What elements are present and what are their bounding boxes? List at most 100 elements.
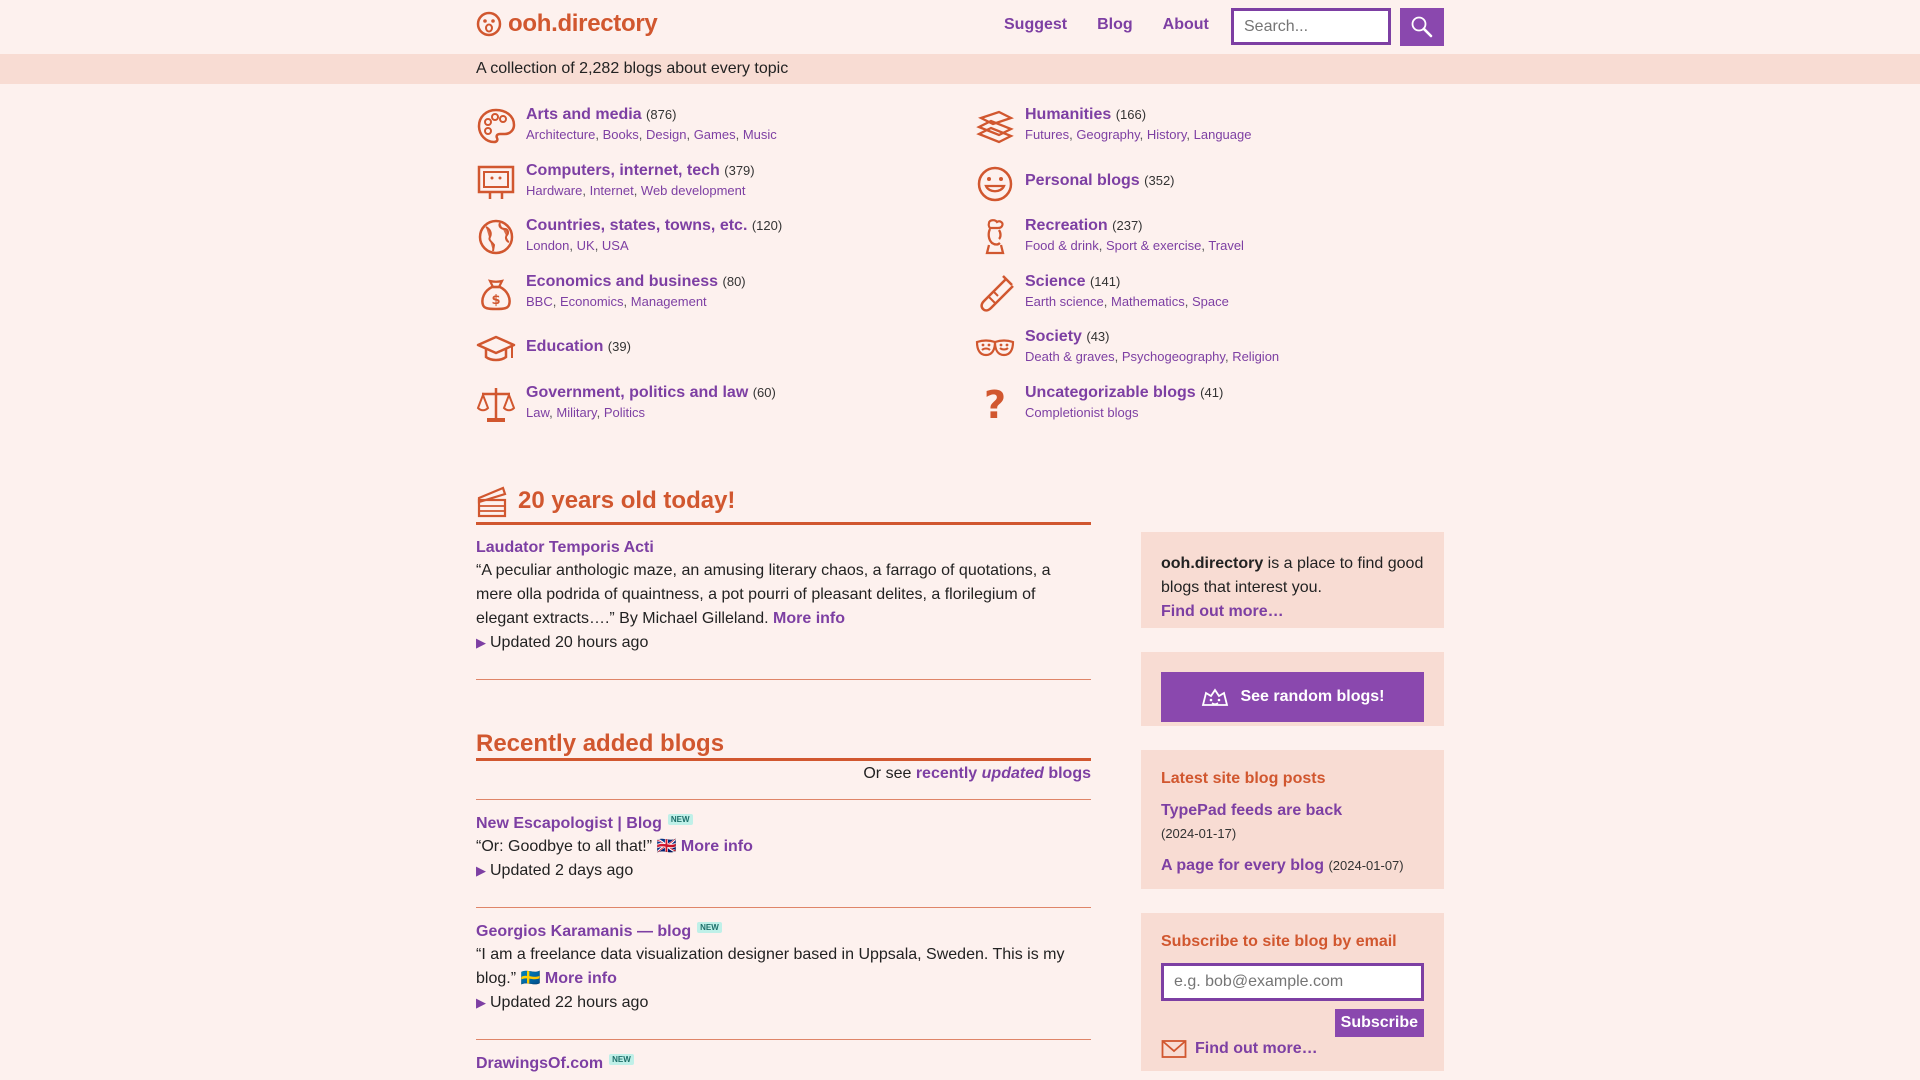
subscribe-heading: Subscribe to site blog by email: [1161, 933, 1397, 950]
subcategory-link[interactable]: Design: [646, 127, 686, 142]
category-link[interactable]: Countries, states, towns, etc.: [526, 217, 747, 234]
subcategory-link[interactable]: Futures: [1025, 127, 1069, 142]
subcategory-link[interactable]: Music: [743, 127, 777, 142]
updated-toggle[interactable]: ▶ Updated 20 hours ago: [476, 631, 1091, 655]
subcategory-link[interactable]: Games: [694, 127, 736, 142]
surprised-face-icon: [476, 11, 502, 37]
subcategory-link[interactable]: Web development: [641, 183, 746, 198]
blog-title-link[interactable]: Georgios Karamanis — blog: [476, 923, 691, 940]
subcategory-link[interactable]: Law: [526, 405, 549, 420]
anniversary-section: 20 years old today! Laudator Temporis Ac…: [476, 484, 1091, 680]
updated-toggle[interactable]: ▶ Updated 2 days ago: [476, 859, 1091, 883]
subcategory-link[interactable]: History: [1147, 127, 1186, 142]
nav-suggest[interactable]: Suggest: [1004, 16, 1067, 34]
category-link[interactable]: Personal blogs: [1025, 172, 1140, 189]
category-link[interactable]: Science: [1025, 273, 1085, 290]
envelope-icon: [1161, 1040, 1187, 1058]
random-blogs-button[interactable]: See random blogs!: [1161, 672, 1424, 722]
category-link[interactable]: Society: [1025, 328, 1082, 345]
subcategory-link[interactable]: Politics: [604, 405, 645, 420]
site-logo[interactable]: ooh.directory: [476, 10, 658, 38]
subscribe-button-row: Subscribe: [1161, 1009, 1424, 1037]
subcategory-link[interactable]: London: [526, 238, 569, 253]
subcategory-link[interactable]: Space: [1192, 294, 1229, 309]
test-tube-icon: [980, 275, 1014, 312]
dice-juggler-icon: [1202, 688, 1229, 706]
subcategory-link[interactable]: Management: [631, 294, 707, 309]
search-input[interactable]: [1231, 8, 1391, 45]
updated-toggle[interactable]: ▶ Updated 22 hours ago: [476, 991, 1091, 1015]
blog-title-link[interactable]: New Escapologist | Blog: [476, 815, 662, 832]
recent-alt-link-row: Or see recently updated blogs: [476, 765, 1091, 783]
subcategory-link[interactable]: Death & graves: [1025, 349, 1115, 364]
category-link[interactable]: Arts and media: [526, 106, 642, 123]
new-badge: NEW: [697, 922, 722, 933]
subcategory-list: Death & graves, Psychogeography, Religio…: [1025, 349, 1280, 364]
expand-triangle-icon: ▶: [476, 863, 486, 878]
cake-icon: [477, 486, 507, 518]
subcategory-link[interactable]: Books: [603, 127, 639, 142]
nav-blog[interactable]: Blog: [1097, 16, 1133, 34]
sweden-flag-icon: 🇸🇪: [520, 970, 541, 987]
subcategory-link[interactable]: Religion: [1232, 349, 1279, 364]
search-button[interactable]: [1400, 8, 1444, 46]
main-nav: Suggest Blog About: [1004, 16, 1209, 34]
email-field[interactable]: [1161, 963, 1424, 1001]
category-recreation: Recreation (237) Food & drink, Sport & e…: [975, 217, 1244, 257]
or-see-text: Or see: [863, 765, 912, 782]
category-science: Science (141) Earth science, Mathematics…: [975, 273, 1229, 313]
subscribe-find-out-more-row: Find out more…: [1161, 1039, 1424, 1059]
subcategory-link[interactable]: Military: [556, 405, 596, 420]
subcategory-link[interactable]: Language: [1194, 127, 1252, 142]
subcategory-link[interactable]: Earth science: [1025, 294, 1104, 309]
category-link[interactable]: Computers, internet, tech: [526, 162, 720, 179]
subcategory-link[interactable]: USA: [602, 238, 629, 253]
subcategory-link[interactable]: Travel: [1208, 238, 1244, 253]
category-link[interactable]: Humanities: [1025, 106, 1111, 123]
svg-text:?: ?: [984, 384, 1006, 424]
blog-entry: New Escapologist | Blog NEW “Or: Goodbye …: [476, 814, 1091, 883]
recent-header: Recently added blogs: [476, 730, 1091, 761]
more-info-link[interactable]: More info: [773, 610, 845, 627]
post-link[interactable]: A page for every blog: [1161, 857, 1324, 874]
post-date: (2024-01-17): [1161, 826, 1237, 841]
subcategory-link[interactable]: UK: [577, 238, 595, 253]
category-countries: Countries, states, towns, etc. (120) Lon…: [476, 217, 782, 257]
updated-text: Updated 2 days ago: [490, 862, 634, 879]
updated-text: Updated 20 hours ago: [490, 634, 649, 651]
recently-updated-link[interactable]: recently updated blogs: [916, 765, 1091, 782]
subcategory-link[interactable]: BBC: [526, 294, 553, 309]
subcategory-link[interactable]: Hardware: [526, 183, 582, 198]
blog-title-link[interactable]: Laudator Temporis Acti: [476, 539, 654, 556]
category-personal-blogs: Personal blogs (352): [975, 164, 1175, 204]
blog-title-link[interactable]: DrawingsOf.com: [476, 1055, 603, 1072]
subcategory-link[interactable]: Completionist blogs: [1025, 405, 1138, 420]
about-find-out-more-link[interactable]: Find out more…: [1161, 603, 1284, 620]
subscribe-button[interactable]: Subscribe: [1334, 1009, 1424, 1037]
post-link[interactable]: TypePad feeds are back: [1161, 802, 1342, 819]
more-info-link[interactable]: More info: [545, 970, 617, 987]
category-link[interactable]: Uncategorizable blogs: [1025, 384, 1196, 401]
subcategory-link[interactable]: Architecture: [526, 127, 595, 142]
category-link[interactable]: Education: [526, 338, 603, 355]
subcategory-link[interactable]: Economics: [560, 294, 624, 309]
subcategory-link[interactable]: Internet: [590, 183, 634, 198]
new-badge: NEW: [667, 814, 693, 825]
computer-icon: [477, 165, 515, 199]
subcategory-link[interactable]: Geography: [1076, 127, 1139, 142]
subcategory-link[interactable]: Mathematics: [1111, 294, 1185, 309]
post-item: TypePad feeds are back (2024-01-17): [1161, 802, 1424, 841]
divider: [476, 679, 1091, 680]
subcategory-link[interactable]: Food & drink: [1025, 238, 1099, 253]
random-button-label: See random blogs!: [1240, 688, 1385, 705]
subcategory-link[interactable]: Sport & exercise: [1106, 238, 1201, 253]
subscribe-find-out-more-link[interactable]: Find out more…: [1195, 1040, 1318, 1058]
more-info-link[interactable]: More info: [681, 838, 753, 855]
category-link[interactable]: Government, politics and law: [526, 384, 748, 401]
category-link[interactable]: Recreation: [1025, 217, 1108, 234]
subcategory-link[interactable]: Psychogeography: [1122, 349, 1225, 364]
category-link[interactable]: Economics and business: [526, 273, 718, 290]
category-arts-and-media: Arts and media (876) Architecture, Books…: [476, 106, 777, 146]
graduation-cap-icon: [476, 335, 516, 362]
nav-about[interactable]: About: [1163, 16, 1209, 34]
